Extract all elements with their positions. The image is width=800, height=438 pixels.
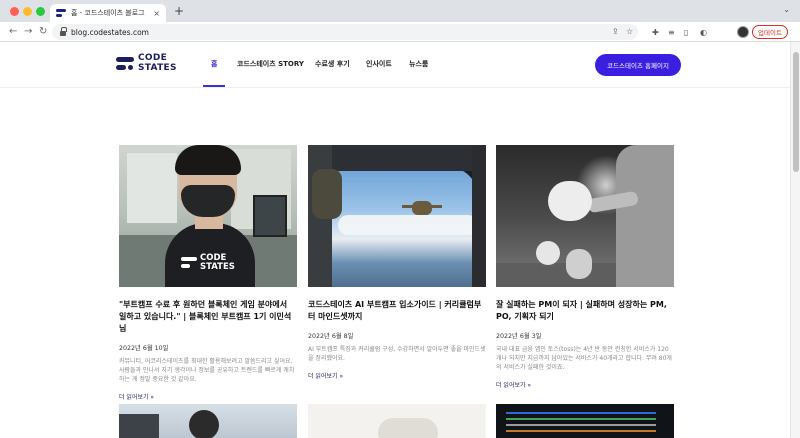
post-thumbnail-image[interactable] [308, 145, 486, 287]
page-scrollbar[interactable] [790, 42, 800, 438]
bookmark-star-icon[interactable]: ☆ [626, 26, 633, 38]
logo-text: CODE STATES [138, 53, 177, 73]
codestates-homepage-button[interactable]: 코드스테이츠 홈페이지 [595, 54, 681, 76]
extensions-puzzle-icon[interactable]: ✚ [652, 27, 659, 38]
nav-item-story[interactable]: 코드스테이츠 STORY [237, 59, 304, 69]
address-bar[interactable]: blog.codestates.com [52, 24, 638, 40]
browser-tab-active[interactable]: 홈 - 코드스테이츠 블로그 × [50, 4, 166, 22]
post-thumbnail-image[interactable] [308, 404, 486, 438]
post-title[interactable]: 코드스테이츠 AI 부트캠프 입소가이드 | 커리큘럼부터 마인드셋까지 [308, 299, 486, 323]
post-excerpt: 국내 대표 금융 앱인 토스(toss)는 4년 반 동안 런칭한 서비스가 1… [496, 346, 672, 371]
tab-search-icon[interactable]: ⌄ [783, 5, 790, 14]
share-icon[interactable]: ⇪ [612, 26, 619, 38]
logo-mark-icon [116, 57, 134, 62]
nav-item-insight[interactable]: 인사이트 [366, 59, 392, 69]
tab-close-icon[interactable]: × [153, 9, 160, 18]
post-card: CODE STATES "부트캠프 수료 후 원하던 블록체인 게임 분야에서 일… [119, 145, 297, 403]
logo-mark-dot-icon [128, 65, 133, 70]
active-nav-indicator [203, 85, 225, 87]
lock-icon[interactable] [60, 26, 67, 36]
logo-mark-icon [181, 257, 197, 261]
post-title[interactable]: "부트캠프 수료 후 원하던 블록체인 게임 분야에서 일하고 있습니다." |… [119, 299, 297, 335]
tab-title: 홈 - 코드스테이츠 블로그 [71, 9, 145, 17]
logo-mark-bar-icon [181, 264, 190, 268]
post-thumbnail-image[interactable]: CODE STATES [119, 145, 297, 287]
update-button[interactable]: 업데이트 [752, 25, 788, 39]
window-close-button[interactable] [10, 7, 19, 16]
page-viewport: CODE STATES 홈 코드스테이츠 STORY 수료생 후기 인사이트 뉴스… [0, 42, 790, 438]
browser-toolbar: ← → ↻ blog.codestates.com ⇪ ☆ ✚ ≡ ▯ ◐ 업데… [0, 22, 800, 42]
read-more-link[interactable]: 더 읽어보기 » [308, 373, 343, 380]
profile-avatar[interactable] [737, 26, 749, 38]
nav-item-home[interactable]: 홈 [211, 59, 217, 69]
reload-button[interactable]: ↻ [39, 25, 47, 39]
post-thumbnail-image[interactable] [496, 404, 674, 438]
read-more-link[interactable]: 더 읽어보기 » [119, 394, 154, 401]
codestates-logo[interactable]: CODE STATES [116, 53, 176, 75]
codestates-favicon-icon [56, 9, 66, 17]
new-tab-button[interactable]: + [174, 4, 184, 18]
window-minimize-button[interactable] [23, 7, 32, 16]
reading-list-icon[interactable]: ≡ [668, 27, 675, 38]
post-thumbnail-image[interactable] [496, 145, 674, 287]
forward-button[interactable]: → [24, 25, 32, 39]
post-card: 잘 실패하는 PM이 되자 | 실패하며 성장하는 PM, PO, 기획자 되기… [496, 145, 674, 391]
url-text[interactable]: blog.codestates.com [71, 28, 149, 37]
read-more-link[interactable]: 더 읽어보기 » [496, 382, 531, 389]
post-thumbnail-image[interactable] [119, 404, 297, 438]
nav-item-newsroom[interactable]: 뉴스룸 [409, 59, 428, 69]
window-zoom-button[interactable] [36, 7, 45, 16]
post-excerpt: AI 부트캠프 특징과 커리큘럼 구성, 수강하면서 알아두면 좋을 마인드셋을… [308, 346, 486, 362]
back-button[interactable]: ← [9, 25, 17, 39]
post-excerpt: 커뮤니티, 어코리스테이츠를 최대한 활용해보려고 말씀드리고 싶어요. 사람들… [119, 358, 295, 383]
profile-circle-icon[interactable]: ◐ [700, 27, 707, 38]
logo-mark-bar-icon [116, 65, 126, 70]
post-date: 2022년 6월 10일 [119, 345, 169, 352]
thumbnail-logo: CODE STATES [181, 251, 241, 273]
side-panel-icon[interactable]: ▯ [684, 27, 688, 38]
nav-item-reviews[interactable]: 수료생 후기 [315, 59, 350, 69]
post-title[interactable]: 잘 실패하는 PM이 되자 | 실패하며 성장하는 PM, PO, 기획자 되기 [496, 299, 674, 323]
browser-tab-strip: 홈 - 코드스테이츠 블로그 × + ⌄ [0, 0, 800, 22]
post-date: 2022년 6월 8일 [308, 333, 354, 340]
scrollbar-thumb[interactable] [793, 52, 799, 172]
post-date: 2022년 6월 3일 [496, 333, 542, 340]
post-card: 코드스테이츠 AI 부트캠프 입소가이드 | 커리큘럼부터 마인드셋까지 202… [308, 145, 486, 382]
site-header: CODE STATES 홈 코드스테이츠 STORY 수료생 후기 인사이트 뉴스… [0, 42, 790, 88]
